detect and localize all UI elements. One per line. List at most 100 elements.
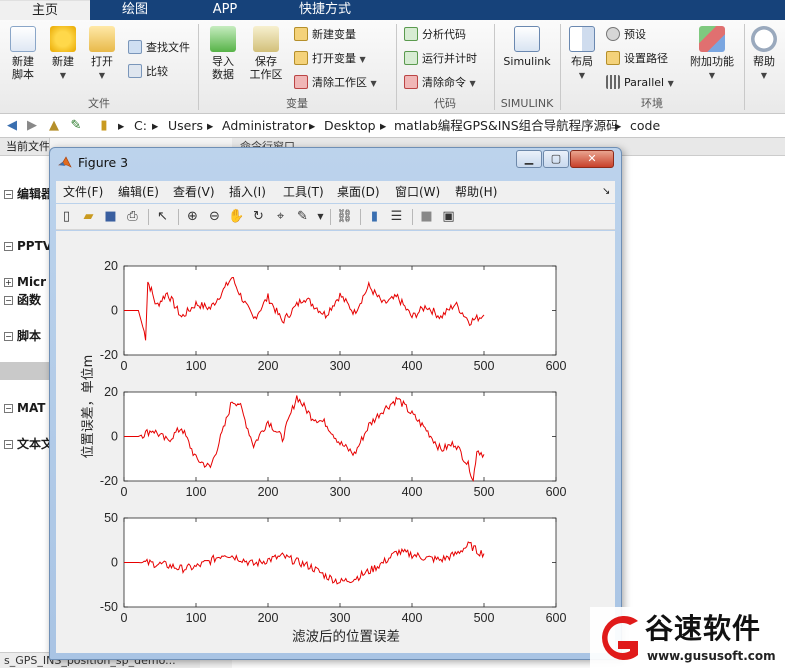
show-plot-tools-icon[interactable]: ▣	[440, 208, 457, 225]
breadcrumb-item-code[interactable]: code	[630, 118, 660, 134]
tab-shortcuts[interactable]: 快捷方式	[270, 0, 380, 20]
tree-node-pptv[interactable]: − PPTV	[4, 238, 49, 254]
new-label: 新建	[52, 55, 74, 68]
run-and-time-button[interactable]: 运行并计时	[404, 50, 477, 68]
chevron-down-icon[interactable]: ▼	[312, 208, 329, 225]
expand-icon[interactable]: +	[4, 278, 13, 287]
menu-tools[interactable]: 工具(T)	[283, 184, 324, 200]
tab-apps[interactable]: APP	[180, 0, 270, 20]
simulink-label: Simulink	[503, 55, 551, 68]
figure-window[interactable]: Figure 3 ▁ ▢ ✕ 文件(F) 编辑(E) 查看(V) 插入(I) 工…	[49, 147, 622, 660]
y-tick-label: 0	[111, 556, 118, 570]
x-tick-label: 500	[474, 485, 495, 499]
collapse-icon[interactable]: −	[4, 332, 13, 341]
up-folder-icon[interactable]: ▲	[46, 118, 62, 134]
forward-arrow-icon[interactable]: ▶	[24, 118, 40, 134]
set-path-button[interactable]: 设置路径	[606, 50, 668, 68]
x-tick-label: 400	[402, 485, 423, 499]
clear-workspace-button[interactable]: 清除工作区 ▼	[294, 74, 377, 92]
tree-node-editor[interactable]: − 编辑器	[4, 186, 49, 202]
figure-canvas[interactable]: 0 100 200 300 400 500 600 -20 0 20 0 100 200 300 400 50…	[56, 231, 615, 653]
clear-commands-icon	[404, 75, 418, 89]
breadcrumb-item-users[interactable]: Users	[168, 118, 203, 134]
tab-plots[interactable]: 绘图	[90, 0, 180, 20]
brush-icon[interactable]: ✎	[294, 208, 311, 225]
preferences-button[interactable]: 预设	[606, 26, 646, 44]
zoom-in-icon[interactable]: ⊕	[184, 208, 201, 225]
tree-node-label: 脚本	[17, 329, 42, 343]
find-files-button[interactable]: 查找文件	[128, 39, 190, 57]
close-button[interactable]: ✕	[570, 150, 614, 168]
layout-button[interactable]: 布局 ▼	[566, 26, 598, 82]
selected-file-row[interactable]	[0, 362, 49, 380]
open-file-icon[interactable]: ▰	[80, 208, 97, 225]
pointer-icon[interactable]: ↖	[154, 208, 171, 225]
new-button[interactable]: 新建 ▼	[46, 26, 80, 82]
breadcrumb-item-desktop[interactable]: Desktop	[324, 118, 376, 134]
collapse-icon[interactable]: −	[4, 296, 13, 305]
preferences-label: 预设	[624, 28, 646, 41]
hide-plot-tools-icon[interactable]: ■	[418, 208, 435, 225]
collapse-icon[interactable]: −	[4, 242, 13, 251]
new-script-button[interactable]: 新建 脚本	[6, 26, 40, 81]
legend-icon[interactable]: ☰	[388, 208, 405, 225]
browse-folder-icon[interactable]: ✎	[68, 118, 84, 134]
tree-node-mat[interactable]: − MAT	[4, 400, 45, 416]
x-tick-label: 0	[121, 611, 128, 625]
back-arrow-icon[interactable]: ◀	[4, 118, 20, 134]
rotate-3d-icon[interactable]: ↻	[250, 208, 267, 225]
new-figure-icon[interactable]: ▯	[58, 208, 75, 225]
breadcrumb-item-project[interactable]: matlab编程GPS&INS组合导航程序源码	[394, 118, 619, 134]
open-variable-icon	[294, 51, 308, 65]
collapse-icon[interactable]: −	[4, 440, 13, 449]
new-variable-button[interactable]: 新建变量	[294, 26, 356, 44]
zoom-out-icon[interactable]: ⊖	[206, 208, 223, 225]
dock-arrow-icon[interactable]: ↘	[602, 184, 610, 200]
x-axis-label: 滤波后的位置误差	[292, 629, 400, 645]
print-icon[interactable]: ⎙	[124, 208, 141, 225]
compare-button[interactable]: 比较	[128, 63, 168, 81]
x-tick-label: 400	[402, 359, 423, 373]
menu-help[interactable]: 帮助(H)	[455, 184, 497, 200]
link-plot-icon[interactable]: ⛓	[336, 208, 353, 225]
clear-workspace-icon	[294, 75, 308, 89]
open-button[interactable]: 打开 ▼	[86, 26, 118, 82]
open-variable-button[interactable]: 打开变量 ▼	[294, 50, 366, 68]
x-tick-label: 500	[474, 611, 495, 625]
pan-hand-icon[interactable]: ✋	[228, 208, 245, 225]
tab-home[interactable]: 主页	[0, 0, 90, 20]
tree-node-micr[interactable]: + Micr	[4, 274, 46, 290]
collapse-icon[interactable]: −	[4, 404, 13, 413]
save-icon[interactable]: ■	[102, 208, 119, 225]
root-folder-icon[interactable]: ▮	[96, 118, 112, 134]
analyze-code-button[interactable]: 分析代码	[404, 26, 466, 44]
help-button[interactable]: 帮助 ▼	[748, 26, 780, 82]
save-workspace-button[interactable]: 保存 工作区	[246, 26, 286, 81]
maximize-button[interactable]: ▢	[543, 150, 569, 168]
tree-node-functions[interactable]: − 函数	[4, 292, 41, 308]
menu-view[interactable]: 查看(V)	[173, 184, 215, 200]
y-axis-label: 位置误差，单位m	[81, 355, 96, 459]
simulink-button[interactable]: Simulink	[502, 26, 552, 68]
figure-title-bar[interactable]: Figure 3	[58, 154, 128, 172]
tree-node-text-files[interactable]: − 文本文	[4, 436, 49, 452]
data-cursor-icon[interactable]: ⌖	[272, 208, 289, 225]
breadcrumb-item-drive[interactable]: C:	[134, 118, 147, 134]
help-icon	[751, 26, 777, 52]
colorbar-icon[interactable]: ▮	[366, 208, 383, 225]
collapse-icon[interactable]: −	[4, 190, 13, 199]
clear-commands-button[interactable]: 清除命令 ▼	[404, 74, 476, 92]
menu-file[interactable]: 文件(F)	[63, 184, 103, 200]
breadcrumb-item-administrator[interactable]: Administrator	[222, 118, 307, 134]
minimize-button[interactable]: ▁	[516, 150, 542, 168]
menu-desktop[interactable]: 桌面(D)	[337, 184, 380, 200]
parallel-button[interactable]: Parallel ▼	[606, 74, 674, 92]
menu-insert[interactable]: 插入(I)	[229, 184, 266, 200]
tree-node-scripts[interactable]: − 脚本	[4, 328, 41, 344]
x-tick-label: 200	[258, 359, 279, 373]
add-ons-button[interactable]: 附加功能 ▼	[686, 26, 738, 82]
menu-edit[interactable]: 编辑(E)	[118, 184, 159, 200]
import-data-button[interactable]: 导入 数据	[206, 26, 240, 81]
menu-window[interactable]: 窗口(W)	[395, 184, 440, 200]
x-tick-label: 100	[186, 611, 207, 625]
